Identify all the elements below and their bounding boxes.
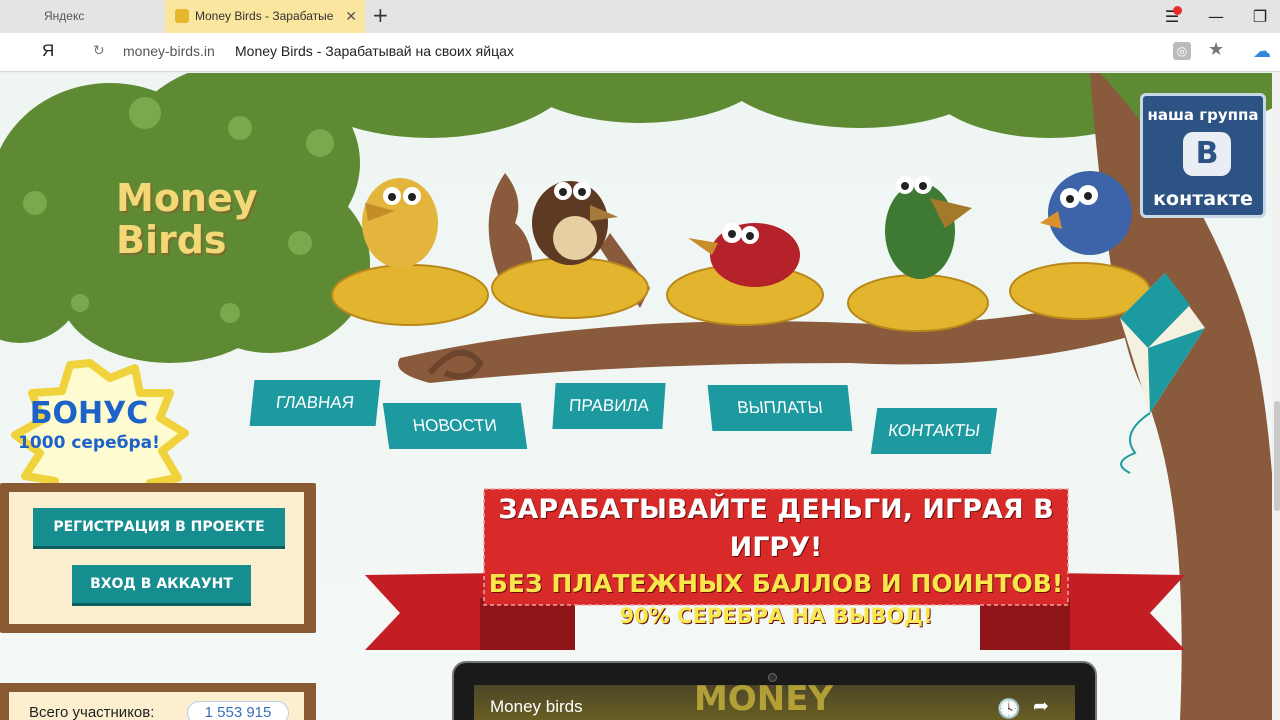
- promo-banner: ЗАРАБАТЫВАЙТЕ ДЕНЬГИ, ИГРАЯ В ИГРУ! БЕЗ …: [484, 491, 1068, 631]
- bird-green: [885, 176, 972, 279]
- reload-icon[interactable]: ↻: [93, 43, 105, 59]
- nav-payouts-link[interactable]: ВЫПЛАТЫ: [707, 385, 853, 431]
- camera-dot: [768, 673, 777, 682]
- bonus-subtitle: 1000 серебра!: [18, 433, 160, 453]
- restore-window-icon[interactable]: ❐: [1240, 0, 1280, 33]
- nav-contacts-link[interactable]: КОНТАКТЫ: [870, 408, 998, 454]
- browser-tab-bar: Яндекс Money Birds - Зарабатые ✕ + ☰ — ❐: [0, 0, 1280, 33]
- register-button[interactable]: РЕГИСТРАЦИЯ В ПРОЕКТЕ: [33, 508, 285, 546]
- video-background-text: MONEY: [694, 685, 834, 719]
- bookmark-star-icon[interactable]: ★: [1208, 39, 1224, 60]
- web-page: Money Birds наша группа B контакте ГЛАВН…: [0, 73, 1280, 720]
- bird-blue: [1040, 171, 1132, 255]
- tab-label: Money Birds - Зарабатые: [195, 9, 334, 23]
- site-favicon-icon: [175, 9, 189, 23]
- yandex-home-button[interactable]: Я: [42, 41, 54, 61]
- vk-group-widget[interactable]: наша группа B контакте: [1140, 93, 1266, 218]
- watch-later-icon[interactable]: 🕓: [997, 697, 1021, 720]
- banner-line-1: ЗАРАБАТЫВАЙТЕ ДЕНЬГИ, ИГРАЯ В ИГРУ!: [498, 494, 1054, 563]
- bonus-title: БОНУС: [29, 396, 149, 431]
- notification-dot: [1173, 6, 1182, 15]
- banner-line-3: 90% СЕРЕБРА НА ВЫВОД!: [619, 604, 933, 628]
- address-bar: Я ↻ money-birds.in Money Birds - Зарабат…: [0, 33, 1280, 72]
- video-title[interactable]: Money birds: [490, 697, 583, 717]
- vk-logo-icon: B: [1183, 132, 1231, 176]
- tab-money-birds[interactable]: Money Birds - Зарабатые ✕: [165, 0, 365, 33]
- login-button[interactable]: ВХОД В АККАУНТ: [72, 565, 251, 603]
- minimize-icon[interactable]: —: [1196, 0, 1236, 33]
- total-members-value: 1 553 915: [187, 701, 289, 720]
- banner-line-2: БЕЗ ПЛАТЕЖНЫХ БАЛЛОВ И ПОИНТОВ!: [488, 569, 1064, 598]
- total-members-label: Всего участников:: [29, 704, 155, 720]
- scrollbar-thumb[interactable]: [1274, 401, 1280, 511]
- url-domain[interactable]: money-birds.in: [123, 43, 215, 59]
- vk-widget-bottom-text: контакте: [1153, 188, 1253, 210]
- close-tab-icon[interactable]: ✕: [345, 0, 357, 33]
- nav-news-link[interactable]: НОВОСТИ: [382, 403, 528, 449]
- nav-home-link[interactable]: ГЛАВНАЯ: [249, 380, 381, 426]
- auth-panel: [0, 483, 316, 633]
- bonus-badge: БОНУС 1000 серебра!: [0, 397, 178, 455]
- logo-line-1: Money: [116, 176, 258, 220]
- vk-widget-top-text: наша группа: [1147, 106, 1259, 124]
- url-page-title[interactable]: Money Birds - Зарабатывай на своих яйцах: [235, 43, 514, 59]
- site-logo[interactable]: Money Birds: [116, 177, 258, 261]
- extension-icon[interactable]: ☁: [1253, 41, 1271, 62]
- tab-yandex[interactable]: Яндекс: [0, 0, 164, 33]
- share-icon[interactable]: ➦: [1033, 695, 1049, 717]
- translate-icon[interactable]: ◎: [1173, 42, 1191, 60]
- nav-rules-link[interactable]: ПРАВИЛА: [552, 383, 666, 429]
- new-tab-button[interactable]: +: [372, 0, 389, 33]
- bird-yellow: [362, 178, 438, 268]
- tab-label: Яндекс: [44, 9, 85, 23]
- page-scrollbar[interactable]: [1272, 73, 1280, 720]
- browser-menu-icon[interactable]: ☰: [1152, 0, 1192, 33]
- logo-line-2: Birds: [116, 218, 227, 262]
